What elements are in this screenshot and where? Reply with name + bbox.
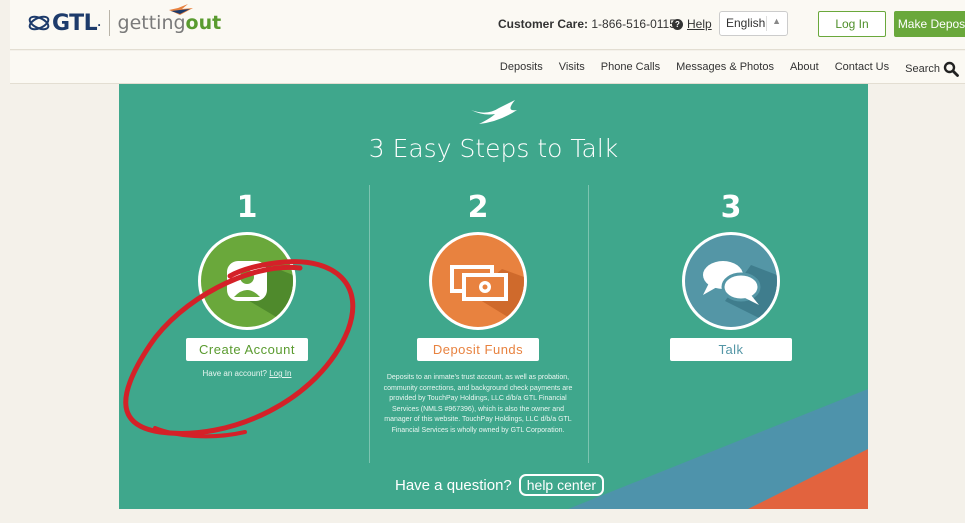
step-deposit-funds: 2 Deposit Funds Deposits to an inmate's … (363, 190, 593, 436)
step-number: 2 (467, 190, 489, 225)
gettingout-logo: gettingout (118, 4, 221, 34)
top-bar: GTL. gettingout Customer Care: 1-866-516… (10, 0, 965, 50)
step-icon-circle (682, 232, 780, 330)
gtl-dot: . (97, 17, 101, 29)
talk-button[interactable]: Talk (670, 338, 792, 361)
step-icon-circle (429, 232, 527, 330)
deposit-funds-button[interactable]: Deposit Funds (417, 338, 539, 361)
question-icon: ? (672, 18, 683, 30)
make-deposit-button[interactable]: Make Deposit (894, 11, 965, 37)
disclaimer-text: Deposits to an inmate's trust account, a… (383, 374, 573, 434)
nav-item-messages-photos[interactable]: Messages & Photos (676, 61, 774, 77)
create-account-button[interactable]: Create Account (186, 338, 308, 361)
have-account: Have an account? Log In (132, 369, 362, 378)
nav-item-deposits[interactable]: Deposits (500, 61, 543, 77)
nav-item-contact-us[interactable]: Contact Us (835, 61, 889, 77)
step-number: 3 (720, 190, 742, 225)
logo[interactable]: GTL. gettingout (28, 4, 221, 38)
language-value: English (726, 16, 766, 30)
help-label[interactable]: Help (687, 17, 712, 31)
money-icon (450, 265, 524, 327)
logo-separator (108, 10, 110, 36)
step-icon-circle (198, 232, 296, 330)
nav-search[interactable]: Search (905, 61, 959, 77)
help-question: Have a question? help center (395, 474, 605, 496)
customer-care: Customer Care: 1-866-516-0115 (498, 17, 676, 31)
step-talk: 3 Talk (616, 190, 846, 361)
hero-title: 3 Easy Steps to Talk (368, 134, 619, 163)
bird-icon (168, 4, 193, 15)
help-link[interactable]: ? Help (672, 17, 712, 31)
have-account-text: Have an account? (202, 369, 268, 378)
select-caret-icon: ▲︎ (766, 16, 781, 31)
gtl-logo: GTL. (28, 11, 101, 36)
question-text: Have a question? (395, 476, 512, 494)
decorative-stripe-orange (748, 449, 868, 509)
step-create-account: 1 Create Account Have an account? Log In (132, 190, 362, 378)
page: GTL. gettingout Customer Care: 1-866-516… (0, 0, 965, 523)
gtl-swoosh-icon (28, 15, 50, 31)
search-label: Search (905, 63, 940, 75)
search-icon (943, 61, 959, 77)
nav-bar: Deposits Visits Phone Calls Messages & P… (10, 51, 965, 84)
help-center-button[interactable]: help center (518, 474, 605, 496)
customer-care-phone[interactable]: 1-866-516-0115 (591, 17, 676, 31)
steps-hero: 3 Easy Steps to Talk 1 Create Account Ha… (119, 84, 868, 509)
nav-item-phone-calls[interactable]: Phone Calls (601, 61, 660, 77)
gtl-text: GTL (52, 10, 98, 36)
nav-item-visits[interactable]: Visits (559, 61, 585, 77)
chat-bubbles-icon (703, 261, 777, 327)
login-link[interactable]: Log In (269, 369, 291, 378)
main-nav: Deposits Visits Phone Calls Messages & P… (500, 61, 959, 77)
nav-item-about[interactable]: About (790, 61, 819, 77)
bird-logo-icon (471, 100, 517, 124)
user-icon (227, 261, 293, 327)
language-select[interactable]: English ▲︎ (719, 11, 788, 36)
login-button[interactable]: Log In (818, 11, 886, 37)
customer-care-label: Customer Care: (498, 17, 589, 31)
step-number: 1 (236, 190, 258, 225)
